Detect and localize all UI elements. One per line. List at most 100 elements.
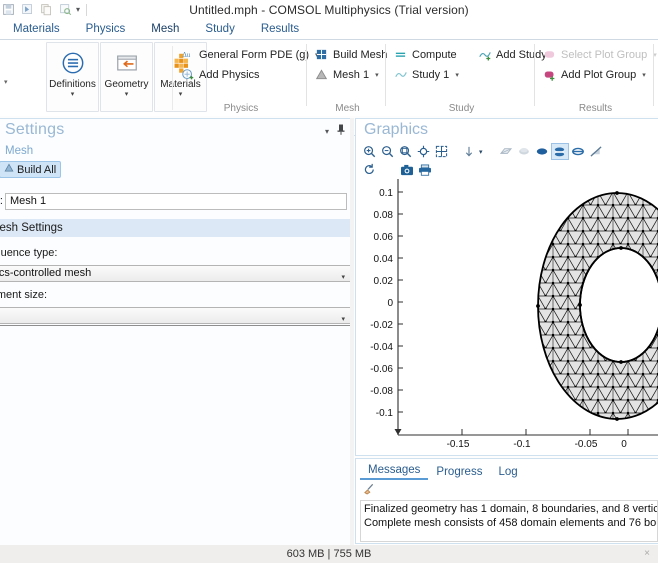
ribbon-group-physics-label: Physics (223, 103, 259, 114)
sequence-type-chevron-down-icon[interactable]: ▾ (341, 270, 345, 285)
chevron-down-icon[interactable]: ▾ (325, 127, 329, 136)
select-plot-group-button[interactable]: Select Plot Group ▾ (542, 46, 657, 63)
compute-label: Compute (412, 48, 457, 61)
add-plot-group-button[interactable]: Add Plot Group ▾ (542, 66, 646, 83)
geometry-caret[interactable]: ▾ (125, 91, 129, 99)
wireframe-icon[interactable] (515, 143, 533, 160)
study-1-caret[interactable]: ▾ (455, 71, 459, 79)
build-mesh-label: Build Mesh (333, 48, 388, 61)
ribbon-tab-results[interactable]: Results (248, 20, 312, 39)
tab-progress[interactable]: Progress (428, 464, 490, 480)
add-study-button[interactable]: Add Study (477, 46, 547, 63)
element-size-select[interactable]: Fine ▾ (0, 307, 351, 324)
status-close-icon[interactable]: × (644, 545, 650, 563)
plot-group-icon (542, 47, 557, 62)
mesh-plot[interactable]: 0.1 0.08 0.06 0.04 0.02 0 -0.02 -0.04 -0… (358, 179, 658, 454)
transparency-icon[interactable] (497, 143, 515, 160)
ribbon-overflow-caret[interactable]: ▾ (4, 78, 8, 86)
scene-light-icon[interactable] (460, 143, 478, 160)
settings-form-divider (0, 325, 354, 326)
reset-view-icon[interactable] (360, 161, 378, 178)
message-line-2: Complete mesh consists of 458 domain ele… (364, 517, 658, 529)
zoom-extents-icon[interactable] (414, 143, 432, 160)
ribbon-tab-mesh[interactable]: Mesh (138, 20, 192, 39)
label-input[interactable]: Mesh 1 (5, 193, 347, 210)
build-mesh-icon (314, 47, 329, 62)
mesh-triangle-icon (314, 67, 329, 82)
tab-messages[interactable]: Messages (360, 462, 429, 480)
element-size-label: Element size: (0, 289, 48, 301)
geometry-icon (115, 50, 139, 76)
ribbon-tab-study[interactable]: Study (192, 20, 247, 39)
definitions-label: Definitions (49, 79, 96, 90)
build-mesh-button[interactable]: Build Mesh (314, 46, 387, 63)
select-boundary-icon[interactable] (550, 143, 569, 160)
zoom-in-icon[interactable] (360, 143, 378, 160)
ribbon-group-study: Compute Add Study Study 1 ▾ Study (389, 40, 547, 115)
svg-text:-0.05: -0.05 (575, 439, 598, 450)
status-bar: 603 MB | 755 MB × (0, 545, 658, 563)
tab-log[interactable]: Log (490, 464, 525, 480)
group-divider-4 (653, 44, 654, 106)
messages-log-body[interactable]: Finalized geometry has 1 domain, 8 bound… (360, 500, 658, 542)
general-form-pde-button[interactable]: Δu General Form PDE (g) ▾ (180, 46, 319, 63)
ribbon-body: ▾ Definitions ▾ Geometry ▾ Materials ▾ Δ… (0, 40, 658, 115)
study-1-button[interactable]: Study 1 ▾ (393, 66, 459, 83)
compute-icon (393, 47, 408, 62)
label-field-caption: Label: (0, 195, 3, 207)
mesh-settings-section-header[interactable]: ▼ Mesh Settings (0, 219, 354, 237)
select-edge-icon[interactable] (569, 143, 587, 160)
messages-toolbar[interactable] (362, 482, 375, 498)
add-plot-group-caret[interactable]: ▾ (642, 71, 646, 79)
sequence-type-select[interactable]: Physics-controlled mesh ▾ (0, 265, 351, 282)
add-physics-button[interactable]: Add Physics (180, 66, 260, 83)
mesh-plot-svg: 0.1 0.08 0.06 0.04 0.02 0 -0.02 -0.04 -0… (358, 179, 658, 454)
snapshot-icon[interactable] (398, 161, 416, 178)
clear-messages-icon[interactable] (362, 482, 375, 498)
svg-text:-0.1: -0.1 (376, 408, 394, 419)
comsol-main-window: ▾ Untitled.mph - COMSOL Multiphysics (Tr… (0, 0, 658, 563)
geometry-button[interactable]: Geometry ▾ (100, 42, 153, 112)
print-icon[interactable] (416, 161, 434, 178)
definitions-button[interactable]: Definitions ▾ (46, 42, 99, 112)
ribbon-group-mesh-label: Mesh (335, 103, 360, 114)
messages-tab-strip[interactable]: Messages Progress Log (356, 462, 526, 480)
settings-panel-title: Settings (5, 121, 65, 138)
group-divider-2 (385, 44, 386, 106)
build-all-button[interactable]: Build All (0, 161, 62, 178)
ribbon-tab-physics[interactable]: Physics (73, 20, 139, 39)
ribbon-tab-strip[interactable]: Materials Physics Mesh Study Results (0, 20, 658, 39)
mesh-1-button[interactable]: Mesh 1 ▾ (314, 66, 379, 83)
scene-light-chevron-down-icon[interactable]: ▾ (479, 148, 483, 156)
study-icon (393, 67, 408, 82)
panel-splitter[interactable] (350, 118, 354, 548)
general-form-pde-label: General Form PDE (g) (199, 48, 310, 61)
svg-text:0.04: 0.04 (374, 254, 394, 265)
ribbon: Materials Physics Mesh Study Results ▾ D… (0, 20, 658, 136)
ribbon-group-physics: Δu General Form PDE (g) ▾ Add Physics Ph… (176, 40, 319, 115)
window-title: Untitled.mph - COMSOL Multiphysics (Tria… (189, 3, 469, 17)
ribbon-tab-materials[interactable]: Materials (0, 20, 73, 39)
select-point-icon[interactable] (587, 143, 605, 160)
add-physics-label: Add Physics (199, 68, 260, 81)
settings-header-controls[interactable]: ▾ (325, 124, 345, 138)
zoom-box-icon[interactable] (396, 143, 414, 160)
select-domain-icon[interactable] (533, 143, 551, 160)
graphics-toolbar[interactable]: ▾ (360, 143, 658, 177)
zoom-out-icon[interactable] (378, 143, 396, 160)
add-physics-icon (180, 67, 195, 82)
compute-button[interactable]: Compute (393, 46, 457, 63)
settings-panel: Settings Mesh ▾ Build All Label: Mesh 1 … (0, 118, 354, 548)
svg-text:-0.04: -0.04 (370, 342, 393, 353)
settings-panel-subtitle: Mesh (5, 145, 34, 157)
svg-text:-0.1: -0.1 (513, 439, 531, 450)
pin-icon[interactable] (337, 124, 345, 138)
memory-usage-label: 603 MB | 755 MB (286, 548, 372, 560)
geometry-label: Geometry (104, 79, 149, 90)
definitions-caret[interactable]: ▾ (71, 91, 75, 99)
mesh-1-caret[interactable]: ▾ (375, 71, 379, 79)
title-bar: ▾ Untitled.mph - COMSOL Multiphysics (Tr… (0, 0, 658, 20)
sequence-type-value: Physics-controlled mesh (0, 267, 92, 279)
svg-text:Δu: Δu (182, 52, 190, 59)
grid-icon[interactable] (432, 143, 450, 160)
